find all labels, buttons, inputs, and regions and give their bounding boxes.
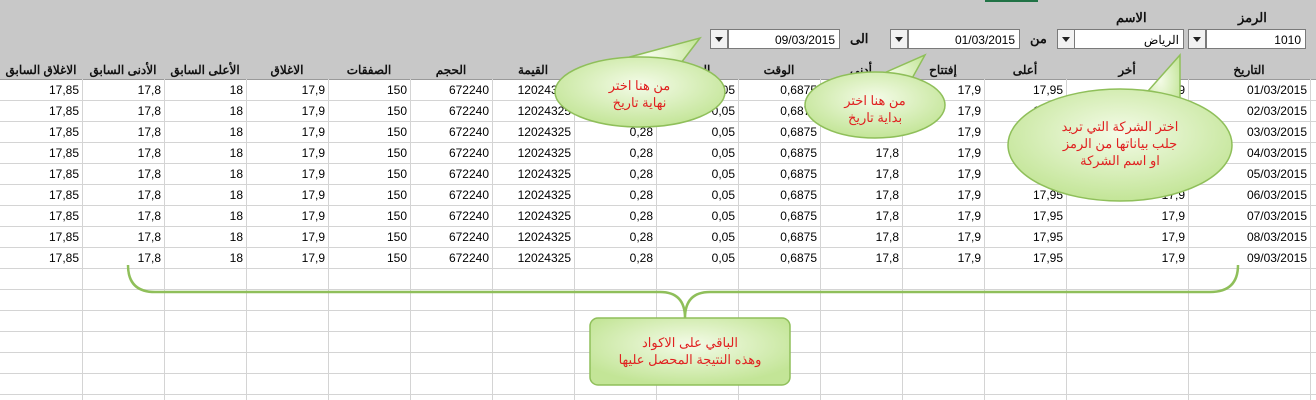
end-date-callout-text: من هنا اختر نهاية تاريخ [608,78,671,110]
result-callout-text: الباقي على الاكواد وهذه النتيجة المحصل ع… [618,335,762,367]
start-date-callout-text: من هنا اختر بداية تاريخ [844,93,906,125]
company-callout-text: اختر الشركة التي تريد جلب بياناتها من ال… [1061,119,1179,168]
result-brace [126,264,1240,319]
spreadsheet: الرمز الاسم 1010 الرياض من 01/03/2015 ال… [0,0,1316,400]
